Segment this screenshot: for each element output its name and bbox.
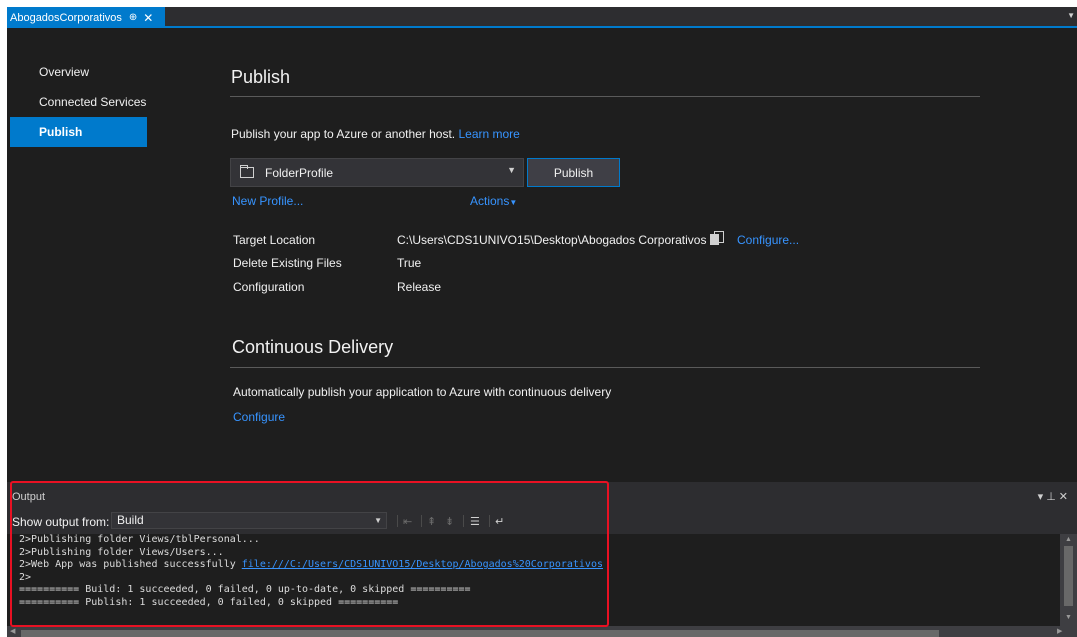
continuous-delivery-title: Continuous Delivery — [232, 337, 394, 357]
clear-all-icon[interactable]: ☰ — [470, 515, 480, 528]
find-previous-icon[interactable]: ⇤ — [403, 515, 412, 528]
log-line: 2>Publishing folder Views/tblPersonal... — [19, 534, 260, 545]
word-wrap-icon[interactable]: ↵ — [495, 515, 504, 528]
document-tab-strip: AbogadosCorporativos ⊕ ✕ ▼ — [7, 7, 1077, 28]
pin-icon[interactable]: ⊥ — [1046, 491, 1059, 503]
toolbar-separator — [421, 515, 422, 527]
scrollbar-thumb[interactable] — [1064, 546, 1073, 606]
publish-panel: Publish Publish your app to Azure or ano… — [230, 67, 990, 424]
detail-value: Release — [397, 280, 442, 294]
tab-overflow-chevron-icon[interactable]: ▼ — [1067, 11, 1075, 20]
actions-label: Actions — [470, 194, 510, 208]
sidebar-item-connected-services[interactable]: Connected Services — [10, 87, 147, 117]
ide-window: AbogadosCorporativos ⊕ ✕ ▼ Overview Conn… — [7, 7, 1077, 637]
close-icon[interactable]: ✕ — [143, 11, 153, 25]
toolbar-separator — [397, 515, 398, 527]
window-menu-chevron-icon[interactable]: ▾ — [1038, 491, 1047, 503]
learn-more-link[interactable]: Learn more — [458, 127, 519, 141]
target-location-value: C:\Users\CDS1UNIVO15\Desktop\Abogados Co… — [397, 233, 707, 247]
log-line: 2> — [19, 571, 32, 583]
published-url-link[interactable]: file:///C:/Users/CDS1UNIVO15/Desktop/Abo… — [242, 559, 603, 570]
scroll-down-icon[interactable]: ▼ — [1065, 614, 1072, 621]
document-tab[interactable]: AbogadosCorporativos ⊕ ✕ — [7, 7, 165, 28]
sidebar-item-label: Connected Services — [39, 95, 147, 109]
sidebar-item-label: Publish — [39, 125, 83, 139]
log-line: ========== Build: 1 succeeded, 0 failed,… — [19, 584, 471, 595]
new-profile-link[interactable]: New Profile... — [232, 194, 303, 208]
output-header: Output ▾⊥✕ — [7, 485, 1077, 507]
sidebar-item-label: Overview — [39, 65, 90, 79]
output-source-dropdown[interactable]: Build ▼ — [111, 512, 387, 529]
log-line: ========== Publish: 1 succeeded, 0 faile… — [19, 596, 399, 608]
configure-target-link[interactable]: Configure... — [737, 233, 799, 247]
sidebar-item-publish[interactable]: Publish — [10, 117, 147, 147]
output-title: Output — [12, 491, 46, 503]
continuous-delivery-configure-link[interactable]: Configure — [233, 410, 285, 424]
scroll-right-icon[interactable]: ▶ — [1057, 627, 1062, 635]
detail-key: Configuration — [233, 280, 305, 294]
close-icon[interactable]: ✕ — [1059, 491, 1071, 503]
output-toolbar: Show output from: Build ▼ ⇤ ⇞ ⇟ ☰ ↵ — [7, 507, 1077, 534]
horizontal-scrollbar[interactable]: ◀ ▶ — [7, 626, 1077, 637]
copy-icon[interactable] — [710, 231, 725, 245]
profile-name: FolderProfile — [265, 165, 334, 180]
divider — [230, 367, 980, 368]
detail-key: Target Location — [233, 233, 316, 247]
sidebar-nav: Overview Connected Services Publish — [10, 57, 147, 147]
log-line-text: 2>Web App was published successfully — [19, 559, 242, 570]
show-output-label: Show output from: — [12, 515, 110, 529]
detail-value: C:\Users\CDS1UNIVO15\Desktop\Abogados Co… — [397, 231, 725, 247]
chevron-down-icon: ▼ — [374, 516, 382, 525]
publish-button[interactable]: Publish — [527, 158, 620, 187]
chevron-down-icon: ▼ — [507, 165, 516, 175]
continuous-delivery-description: Automatically publish your application t… — [233, 385, 612, 399]
caret-down-icon: ▼ — [509, 198, 518, 207]
output-source-value: Build — [117, 513, 144, 527]
log-line: 2>Publishing folder Views/Users... — [19, 546, 224, 558]
go-to-previous-icon[interactable]: ⇞ — [427, 515, 436, 528]
toolbar-separator — [463, 515, 464, 527]
sidebar-item-overview[interactable]: Overview — [10, 57, 147, 87]
publish-intro: Publish your app to Azure or another hos… — [231, 127, 520, 141]
scrollbar-thumb[interactable] — [21, 630, 939, 637]
actions-menu[interactable]: Actions▼ — [470, 194, 517, 208]
scroll-up-icon[interactable]: ▲ — [1065, 536, 1072, 543]
page-title: Publish — [231, 67, 291, 87]
log-line: 2>Web App was published successfully fil… — [19, 559, 1059, 572]
detail-value: True — [397, 256, 422, 270]
folder-icon — [240, 165, 254, 178]
tab-title: AbogadosCorporativos — [10, 11, 122, 24]
profile-dropdown[interactable]: FolderProfile ▼ — [230, 158, 524, 187]
pin-icon[interactable]: ⊕ — [129, 12, 137, 23]
vertical-scrollbar[interactable]: ▲ ▼ — [1060, 534, 1077, 626]
scroll-left-icon[interactable]: ◀ — [10, 627, 15, 635]
go-to-next-icon[interactable]: ⇟ — [445, 515, 454, 528]
detail-key: Delete Existing Files — [233, 256, 342, 270]
intro-text: Publish your app to Azure or another hos… — [231, 127, 456, 141]
output-window-controls: ▾⊥✕ — [1038, 490, 1071, 503]
toolbar-separator — [489, 515, 490, 527]
output-log[interactable]: 2>Publishing folder Views/tblPersonal...… — [19, 534, 1059, 624]
screenshot-frame: AbogadosCorporativos ⊕ ✕ ▼ Overview Conn… — [0, 0, 1077, 637]
divider — [230, 96, 980, 97]
output-pane: Output ▾⊥✕ Show output from: Build ▼ ⇤ ⇞… — [7, 482, 1077, 637]
